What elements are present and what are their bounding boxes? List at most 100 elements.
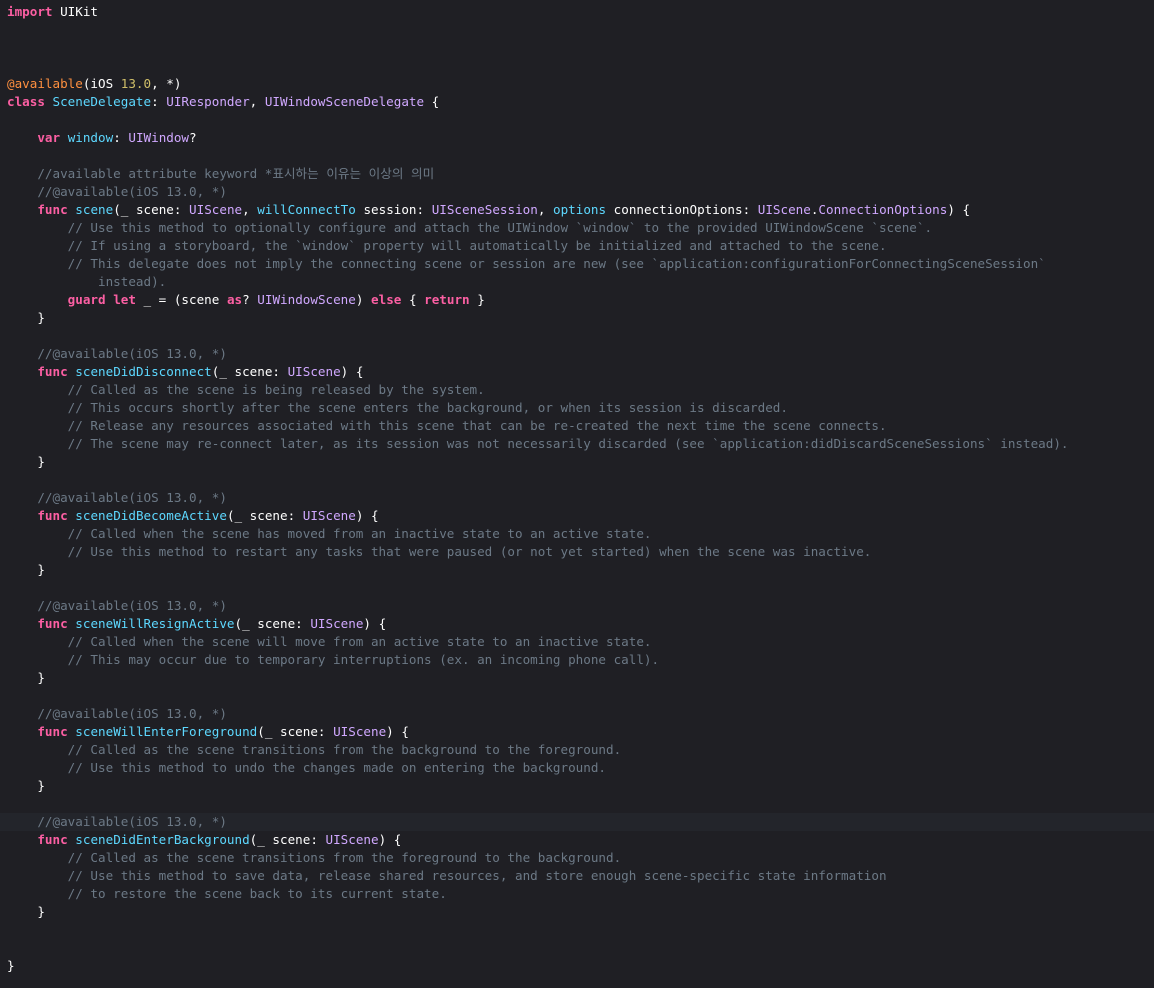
code-line[interactable]: instead). [0,273,1154,291]
keyword-token: func [37,364,68,379]
comment-token: // This delegate does not imply the conn… [67,256,1046,271]
code-line[interactable]: } [0,561,1154,579]
comment-token: // Use this method to save data, release… [67,868,887,883]
code-line[interactable]: // This occurs shortly after the scene e… [0,399,1154,417]
code-line[interactable]: func sceneDidBecomeActive(_ scene: UISce… [0,507,1154,525]
code-line[interactable]: // The scene may re-connect later, as it… [0,435,1154,453]
code-line[interactable]: // Use this method to undo the changes m… [0,759,1154,777]
code-line[interactable]: // Use this method to restart any tasks … [0,543,1154,561]
code-line[interactable]: // Use this method to optionally configu… [0,219,1154,237]
code-line[interactable] [0,579,1154,597]
code-token: } [7,958,15,973]
code-token: : [151,94,167,109]
comment-token: // Called as the scene transitions from … [67,742,622,757]
code-token: ) [355,292,372,307]
code-line[interactable]: func scene(_ scene: UIScene, willConnect… [0,201,1154,219]
code-token: } [7,670,45,685]
identifier-token: SceneDelegate [52,94,152,109]
code-line[interactable]: // Called when the scene will move from … [0,633,1154,651]
keyword-token: func [37,508,68,523]
code-token: , [537,202,554,217]
code-line[interactable]: // to restore the scene back to its curr… [0,885,1154,903]
type-token: UIScene [757,202,811,217]
code-line[interactable]: // This delegate does not imply the conn… [0,255,1154,273]
code-line[interactable]: } [0,957,1154,975]
code-line[interactable]: //available attribute keyword *표시하는 이유는 … [0,165,1154,183]
code-line[interactable]: func sceneDidDisconnect(_ scene: UIScene… [0,363,1154,381]
code-line[interactable] [0,147,1154,165]
keyword-token: as [226,292,243,307]
code-line[interactable]: // Called when the scene has moved from … [0,525,1154,543]
code-line[interactable]: // Called as the scene transitions from … [0,849,1154,867]
code-line[interactable]: // Called as the scene is being released… [0,381,1154,399]
code-line[interactable]: } [0,777,1154,795]
code-token: (_ scene: [226,508,303,523]
code-token: (_ scene: [113,202,190,217]
keyword-token: return [424,292,470,307]
code-line-current[interactable]: //@available(iOS 13.0, *) [0,813,1154,831]
identifier-token: options [553,202,607,217]
identifier-token: sceneDidDisconnect [75,364,212,379]
code-line[interactable]: } [0,903,1154,921]
type-token: UIWindowScene [257,292,356,307]
code-line[interactable]: guard let _ = (scene as? UIWindowScene) … [0,291,1154,309]
code-line[interactable]: //@available(iOS 13.0, *) [0,597,1154,615]
code-line[interactable]: } [0,453,1154,471]
code-line[interactable]: class SceneDelegate: UIResponder, UIWind… [0,93,1154,111]
code-line[interactable] [0,327,1154,345]
type-token: UIWindowSceneDelegate [264,94,425,109]
code-token: , [249,94,265,109]
code-line[interactable] [0,939,1154,957]
code-line[interactable]: //@available(iOS 13.0, *) [0,489,1154,507]
type-token: UISceneSession [431,202,538,217]
type-token: UIScene [302,508,356,523]
code-line[interactable]: func sceneDidEnterBackground(_ scene: UI… [0,831,1154,849]
code-line[interactable] [0,687,1154,705]
code-line[interactable] [0,921,1154,939]
comment-token: // Release any resources associated with… [67,418,887,433]
keyword-token: func [37,724,68,739]
code-token: connectionOptions: [606,202,758,217]
code-line[interactable]: var window: UIWindow? [0,129,1154,147]
code-line[interactable]: //@available(iOS 13.0, *) [0,183,1154,201]
code-line[interactable] [0,111,1154,129]
code-line[interactable] [0,471,1154,489]
comment-token: // Called as the scene is being released… [67,382,485,397]
comment-token: //@available(iOS 13.0, *) [37,184,227,199]
code-line[interactable]: // This may occur due to temporary inter… [0,651,1154,669]
identifier-token: sceneDidBecomeActive [75,508,227,523]
code-line[interactable]: // Release any resources associated with… [0,417,1154,435]
code-token: } [7,778,45,793]
comment-token: instead). [98,274,167,289]
code-editor[interactable]: import UIKit @available(iOS 13.0, *) class… [0,3,1154,975]
code-line[interactable]: import UIKit [0,3,1154,21]
code-line[interactable]: // Use this method to save data, release… [0,867,1154,885]
code-line[interactable] [0,795,1154,813]
code-token: ) { [378,832,402,847]
code-line[interactable] [0,21,1154,39]
code-line[interactable]: //@available(iOS 13.0, *) [0,705,1154,723]
code-line[interactable]: } [0,669,1154,687]
code-line[interactable]: } [0,309,1154,327]
code-line[interactable] [0,57,1154,75]
code-line[interactable]: func sceneWillEnterForeground(_ scene: U… [0,723,1154,741]
code-line[interactable] [0,39,1154,57]
code-line[interactable]: // Called as the scene transitions from … [0,741,1154,759]
comment-token: // Called when the scene has moved from … [67,526,652,541]
code-line[interactable]: //@available(iOS 13.0, *) [0,345,1154,363]
code-token: } [7,904,45,919]
identifier-token: scene [75,202,114,217]
identifier-token: window [67,130,114,145]
code-line[interactable]: // If using a storyboard, the `window` p… [0,237,1154,255]
code-line[interactable]: @available(iOS 13.0, *) [0,75,1154,93]
code-line[interactable]: func sceneWillResignActive(_ scene: UISc… [0,615,1154,633]
